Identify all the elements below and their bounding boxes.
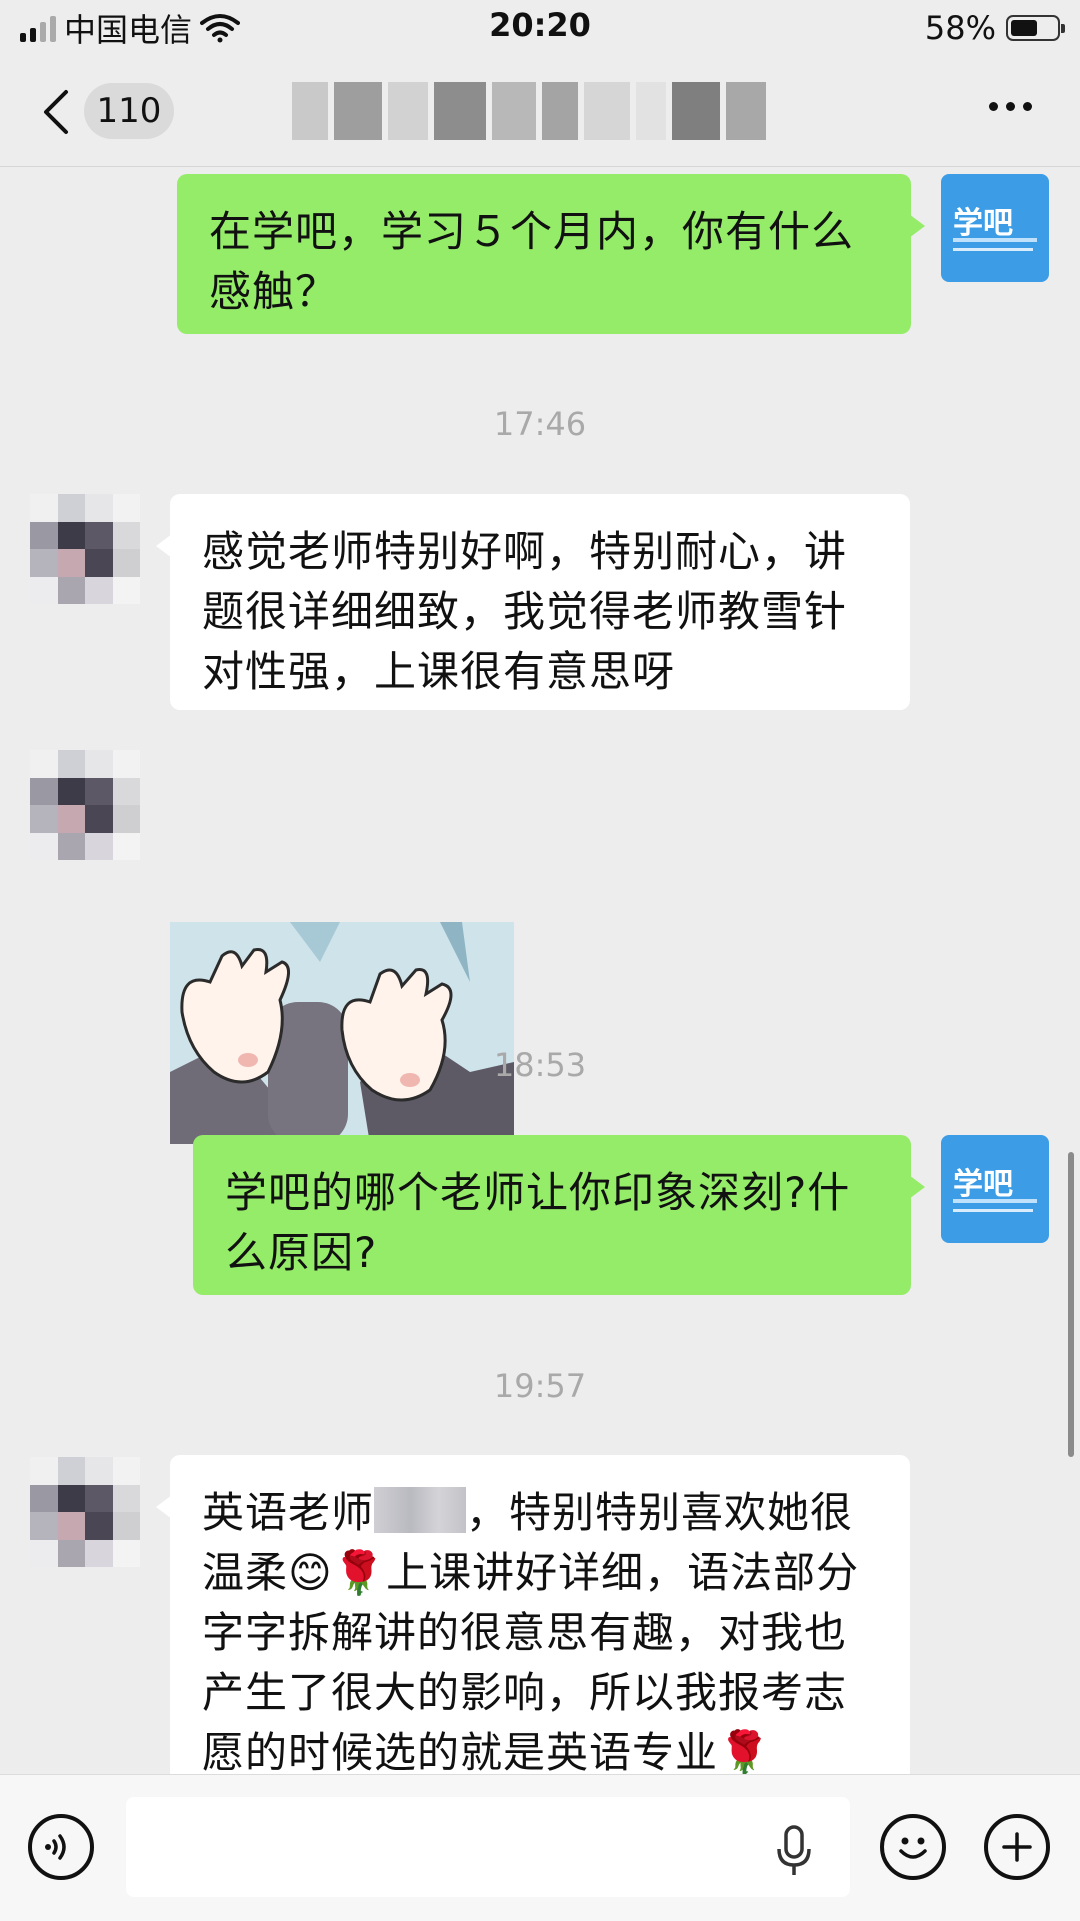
plus-icon	[1002, 1832, 1032, 1862]
message-list[interactable]: 在学吧，学习５个月内，你有什么感触？ 学吧 17:46 感觉老师特别好啊，特别耐…	[0, 167, 1080, 1774]
message-text: 在学吧，学习５个月内，你有什么感触？	[209, 207, 855, 316]
status-bar: 中国电信 20:20 58%	[0, 0, 1080, 56]
message-bubble[interactable]: 学吧的哪个老师让你印象深刻?什么原因?	[193, 1135, 925, 1295]
message-bubble[interactable]: 在学吧，学习５个月内，你有什么感触？	[177, 174, 925, 334]
user-avatar[interactable]	[30, 1457, 140, 1567]
message-bubble[interactable]: 感觉老师特别好啊，特别耐心，讲题很详细细致，我觉得老师教雪针对性强，上课很有意思…	[156, 494, 910, 710]
back-icon[interactable]	[34, 84, 78, 140]
timestamp: 18:53	[493, 1046, 587, 1084]
scrollbar[interactable]	[1068, 1152, 1074, 1457]
status-time: 20:20	[489, 6, 591, 44]
message-text: 感觉老师特别好啊，特别耐心，讲题很详细细致，我觉得老师教雪针对性强，上课很有意思…	[202, 527, 848, 696]
status-right: 58%	[924, 8, 1065, 48]
chat-title-redacted	[292, 82, 772, 140]
user-avatar[interactable]	[30, 494, 140, 604]
timestamp: 19:57	[493, 1367, 587, 1405]
message-outgoing: 学吧的哪个老师让你印象深刻?什么原因? 学吧	[0, 1132, 1080, 1302]
voice-toggle-button[interactable]	[28, 1814, 94, 1880]
emoji-icon	[899, 1837, 927, 1859]
brand-avatar-logo: 学吧	[953, 1167, 1013, 1202]
redacted-teacher-name	[374, 1487, 467, 1533]
unread-count-badge[interactable]: 110	[84, 83, 174, 139]
microphone-icon[interactable]	[774, 1823, 814, 1879]
message-outgoing: 在学吧，学习５个月内，你有什么感触？ 学吧	[0, 167, 1080, 337]
battery-percent: 58%	[924, 9, 996, 47]
brand-avatar-logo: 学吧	[953, 206, 1013, 241]
message-incoming: 英语老师 ，特别特别喜欢她很温柔😊🌹上课讲好详细，语法部分字字拆解讲的很意思有趣，…	[0, 1455, 1080, 1774]
message-text: 学吧的哪个老师让你印象深刻?什么原因?	[225, 1168, 851, 1277]
sticker-image[interactable]	[170, 922, 514, 1144]
voice-icon	[45, 1834, 66, 1860]
message-incoming-sticker	[0, 750, 1080, 1144]
more-functions-button[interactable]	[984, 1814, 1050, 1880]
message-incoming: 感觉老师特别好啊，特别耐心，讲题很详细细致，我觉得老师教雪针对性强，上课很有意思…	[0, 492, 1080, 712]
chat-header: 110	[0, 56, 1080, 167]
message-bubble[interactable]: 英语老师 ，特别特别喜欢她很温柔😊🌹上课讲好详细，语法部分字字拆解讲的很意思有趣，…	[156, 1455, 910, 1774]
message-input[interactable]	[126, 1797, 850, 1897]
more-options-icon[interactable]	[989, 102, 1032, 111]
timestamp: 17:46	[493, 405, 587, 443]
emoji-button[interactable]	[880, 1814, 946, 1880]
brand-avatar[interactable]: 学吧	[941, 1135, 1049, 1243]
message-text-prefix: 英语老师	[202, 1488, 375, 1537]
input-bar	[0, 1774, 1080, 1921]
battery-icon	[1006, 15, 1065, 41]
user-avatar[interactable]	[30, 750, 140, 860]
brand-avatar[interactable]: 学吧	[941, 174, 1049, 282]
